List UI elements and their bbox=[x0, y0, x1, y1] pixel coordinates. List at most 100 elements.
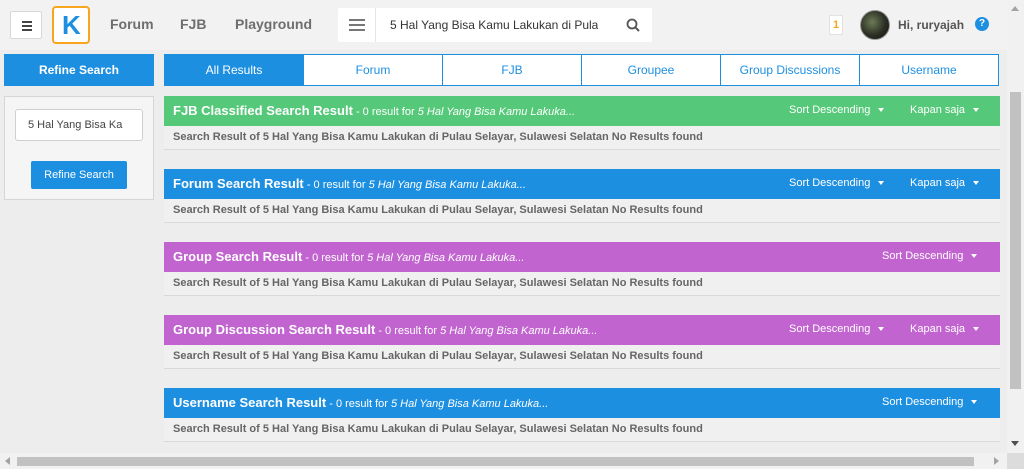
result-count: - 0 result for bbox=[375, 325, 441, 337]
result-title-text: Username Search Result bbox=[173, 395, 327, 410]
group-result-header: Group Search Result - 0 result for 5 Hal… bbox=[164, 242, 1000, 272]
group-discussion-result-block: Group Discussion Search Result - 0 resul… bbox=[164, 315, 1000, 369]
menu-button[interactable] bbox=[10, 11, 42, 39]
refine-search-button[interactable]: Refine Search bbox=[31, 161, 127, 189]
sort-label: Sort Descending bbox=[882, 396, 964, 408]
refine-search-panel: 5 Hal Yang Bisa Ka Refine Search bbox=[4, 96, 154, 200]
scroll-down-icon[interactable] bbox=[1011, 441, 1019, 446]
menu-icon-line bbox=[22, 21, 32, 23]
vertical-scrollbar[interactable] bbox=[1007, 0, 1024, 453]
result-title-text: Forum Search Result bbox=[173, 176, 304, 191]
nav-fjb[interactable]: FJB bbox=[180, 16, 206, 32]
tab-groupee[interactable]: Groupee bbox=[581, 54, 721, 86]
tab-username[interactable]: Username bbox=[859, 54, 999, 86]
time-dropdown[interactable]: Kapan saja bbox=[910, 104, 980, 116]
result-title-text: Group Search Result bbox=[173, 249, 303, 264]
result-title-text: Group Discussion Search Result bbox=[173, 322, 376, 337]
scroll-left-icon[interactable] bbox=[5, 457, 10, 465]
chevron-down-icon bbox=[971, 254, 978, 259]
result-title: FJB Classified Search Result - 0 result … bbox=[173, 103, 575, 118]
time-dropdown[interactable]: Kapan saja bbox=[910, 177, 980, 189]
refine-search-input[interactable]: 5 Hal Yang Bisa Ka bbox=[15, 109, 143, 141]
username-result-block: Username Search Result - 0 result for 5 … bbox=[164, 388, 1000, 442]
user-greeting[interactable]: Hi, ruryajah bbox=[898, 18, 964, 32]
horizontal-scroll-thumb[interactable] bbox=[17, 457, 974, 466]
sort-dropdown[interactable]: Sort Descending bbox=[882, 250, 978, 262]
result-query: 5 Hal Yang Bisa Kamu Lakuka... bbox=[367, 252, 525, 264]
tab-all-results[interactable]: All Results bbox=[164, 54, 304, 86]
search-bar[interactable]: 5 Hal Yang Bisa Kamu Lakukan di Pulau bbox=[338, 8, 652, 42]
forum-result-header: Forum Search Result - 0 result for 5 Hal… bbox=[164, 169, 1000, 199]
result-title: Username Search Result - 0 result for 5 … bbox=[173, 395, 548, 410]
chevron-down-icon bbox=[973, 181, 980, 186]
sort-label: Sort Descending bbox=[789, 104, 871, 116]
result-count: - 0 result for bbox=[303, 179, 369, 191]
sort-dropdown[interactable]: Sort Descending bbox=[789, 323, 885, 335]
tab-fjb[interactable]: FJB bbox=[442, 54, 582, 86]
chevron-down-icon bbox=[878, 108, 885, 113]
result-count: - 0 result for bbox=[352, 106, 418, 118]
horizontal-scrollbar[interactable] bbox=[0, 453, 1007, 469]
notification-badge[interactable]: 1 bbox=[829, 15, 843, 35]
chevron-down-icon bbox=[878, 327, 885, 332]
forum-result-block: Forum Search Result - 0 result for 5 Hal… bbox=[164, 169, 1000, 223]
vertical-scroll-thumb[interactable] bbox=[1010, 92, 1021, 389]
user-avatar[interactable] bbox=[860, 10, 890, 40]
result-query: 5 Hal Yang Bisa Kamu Lakuka... bbox=[417, 106, 576, 118]
result-count: - 0 result for bbox=[302, 252, 368, 264]
fjb-result-header: FJB Classified Search Result - 0 result … bbox=[164, 96, 1000, 126]
group-result-block: Group Search Result - 0 result for 5 Hal… bbox=[164, 242, 1000, 296]
result-query: 5 Hal Yang Bisa Kamu Lakuka... bbox=[390, 398, 549, 410]
search-category-button[interactable] bbox=[338, 8, 376, 42]
result-query: 5 Hal Yang Bisa Kamu Lakuka... bbox=[440, 325, 598, 337]
menu-icon-line bbox=[349, 19, 365, 21]
result-tabs: All Results Forum FJB Groupee Group Disc… bbox=[164, 54, 999, 86]
sort-label: Sort Descending bbox=[789, 177, 871, 189]
result-count: - 0 result for bbox=[326, 398, 391, 410]
time-label: Kapan saja bbox=[910, 104, 966, 116]
result-query: 5 Hal Yang Bisa Kamu Lakuka... bbox=[368, 179, 526, 191]
search-input[interactable]: 5 Hal Yang Bisa Kamu Lakukan di Pulau bbox=[390, 18, 598, 32]
username-result-header: Username Search Result - 0 result for 5 … bbox=[164, 388, 1000, 418]
result-message: Search Result of 5 Hal Yang Bisa Kamu La… bbox=[164, 345, 1000, 369]
kaskus-logo[interactable]: K bbox=[52, 6, 90, 44]
sort-dropdown[interactable]: Sort Descending bbox=[882, 396, 978, 408]
result-message: Search Result of 5 Hal Yang Bisa Kamu La… bbox=[164, 199, 1000, 223]
result-message: Search Result of 5 Hal Yang Bisa Kamu La… bbox=[164, 272, 1000, 296]
nav-playground[interactable]: Playground bbox=[235, 16, 312, 32]
menu-icon-line bbox=[349, 24, 365, 26]
result-title: Forum Search Result - 0 result for 5 Hal… bbox=[173, 176, 526, 191]
top-navbar: K Forum FJB Playground 5 Hal Yang Bisa K… bbox=[0, 0, 1007, 50]
result-title-text: FJB Classified Search Result bbox=[173, 103, 353, 118]
nav-forum[interactable]: Forum bbox=[110, 16, 154, 32]
time-label: Kapan saja bbox=[910, 177, 966, 189]
group-discussion-result-header: Group Discussion Search Result - 0 resul… bbox=[164, 315, 1000, 345]
tab-group-discussions[interactable]: Group Discussions bbox=[720, 54, 860, 86]
fjb-result-block: FJB Classified Search Result - 0 result … bbox=[164, 96, 1000, 150]
result-title: Group Search Result - 0 result for 5 Hal… bbox=[173, 249, 524, 264]
result-title: Group Discussion Search Result - 0 resul… bbox=[173, 322, 597, 337]
scroll-up-icon[interactable] bbox=[1011, 6, 1019, 11]
tab-forum[interactable]: Forum bbox=[303, 54, 443, 86]
menu-icon-line bbox=[349, 29, 365, 31]
sort-label: Sort Descending bbox=[789, 323, 871, 335]
scrollbar-corner bbox=[1007, 453, 1024, 469]
help-icon[interactable]: ? bbox=[975, 17, 989, 31]
chevron-down-icon bbox=[973, 327, 980, 332]
sort-dropdown[interactable]: Sort Descending bbox=[789, 177, 885, 189]
scroll-right-icon[interactable] bbox=[994, 457, 999, 465]
time-label: Kapan saja bbox=[910, 323, 966, 335]
menu-icon-line bbox=[22, 25, 32, 27]
result-message: Search Result of 5 Hal Yang Bisa Kamu La… bbox=[164, 418, 1000, 442]
chevron-down-icon bbox=[973, 108, 980, 113]
sort-label: Sort Descending bbox=[882, 250, 964, 262]
refine-search-title: Refine Search bbox=[4, 54, 154, 86]
menu-icon-line bbox=[22, 29, 32, 31]
time-dropdown[interactable]: Kapan saja bbox=[910, 323, 980, 335]
chevron-down-icon bbox=[971, 400, 978, 405]
chevron-down-icon bbox=[878, 181, 885, 186]
logo-letter: K bbox=[62, 10, 81, 40]
sort-dropdown[interactable]: Sort Descending bbox=[789, 104, 885, 116]
search-icon[interactable] bbox=[626, 18, 640, 32]
result-message: Search Result of 5 Hal Yang Bisa Kamu La… bbox=[164, 126, 1000, 150]
